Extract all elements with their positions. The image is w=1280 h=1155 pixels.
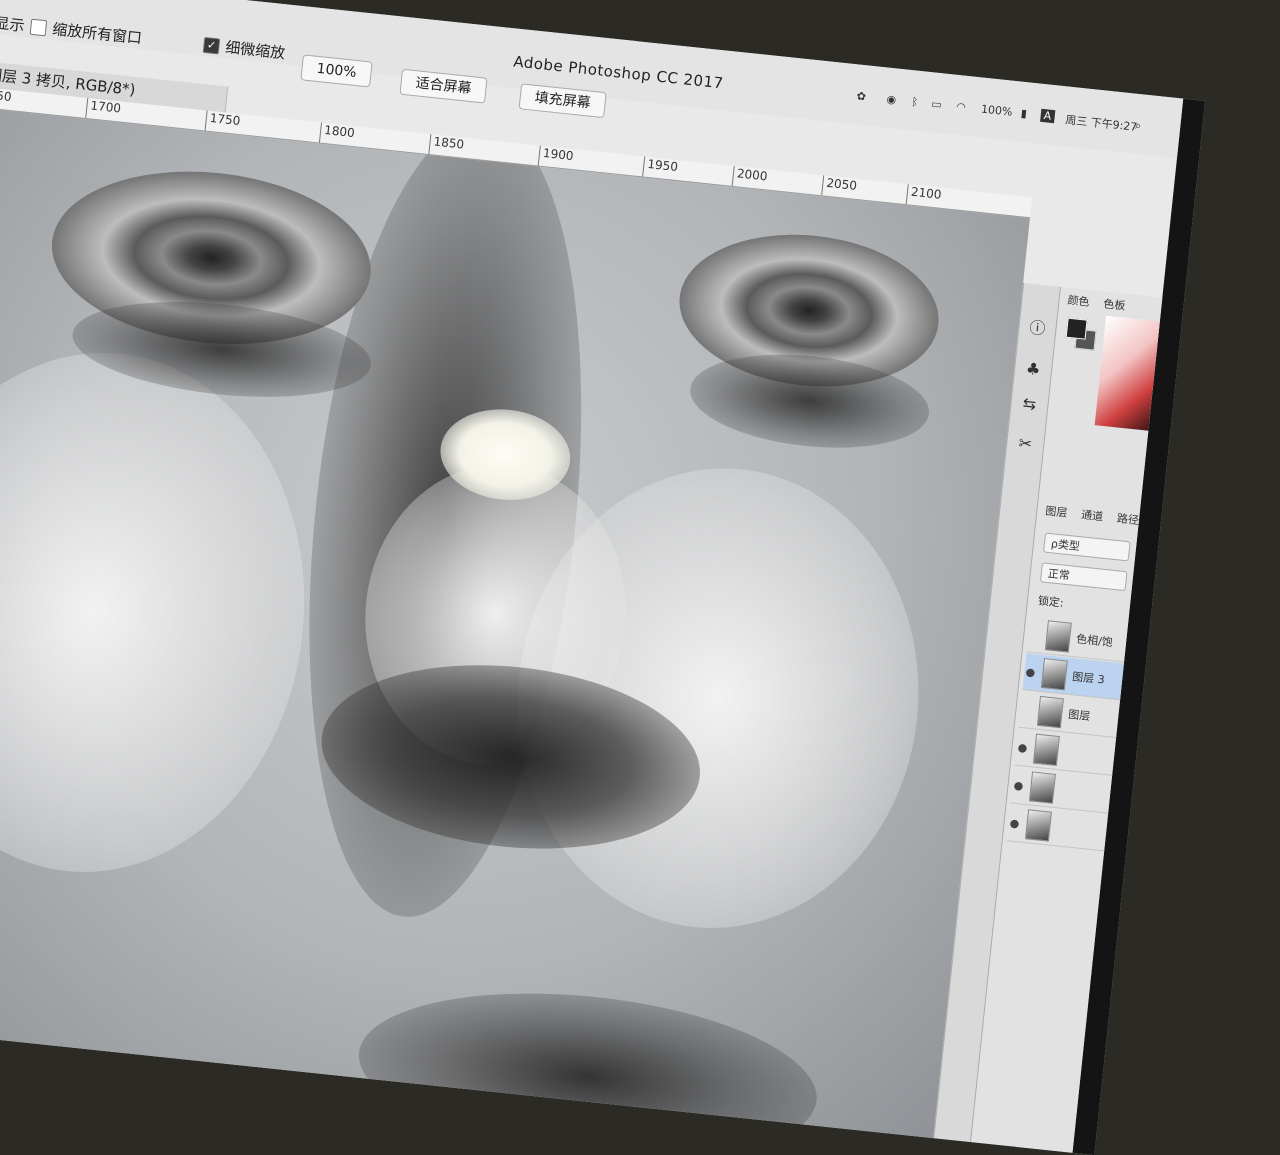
- clock[interactable]: 周三 下午9:27: [1065, 111, 1138, 134]
- bluetooth-icon[interactable]: ᛒ: [911, 95, 919, 109]
- ruler-tick: 2100: [905, 184, 943, 208]
- scissors-icon[interactable]: ✂: [1014, 433, 1036, 455]
- layer-thumbnail: [1044, 620, 1072, 653]
- layer-thumbnail: [1040, 658, 1068, 691]
- ruler-tick: 2050: [821, 175, 858, 199]
- eye-icon[interactable]: ◉: [886, 93, 897, 107]
- visibility-eye-icon[interactable]: ●: [1012, 778, 1025, 792]
- wifi-icon[interactable]: ◠: [956, 100, 967, 114]
- photoshop-screen: 显示 缩放所有窗口 ✓ 细微缩放 100% 适合屏幕 填充屏幕 Adobe Ph…: [0, 0, 1206, 1155]
- ruler-tick: 1950: [642, 156, 679, 181]
- ruler-tick: 1900: [537, 145, 575, 170]
- visibility-toggle[interactable]: [1021, 709, 1033, 710]
- ruler-tick: 1650: [0, 86, 13, 111]
- layer-filter-select[interactable]: ρ类型: [1043, 532, 1131, 562]
- adjustments-icon[interactable]: ⇆: [1018, 393, 1040, 415]
- airplay-icon[interactable]: ▭: [931, 97, 943, 111]
- layer-name: 图层: [1067, 707, 1091, 724]
- layer-thumbnail: [1024, 809, 1052, 842]
- tab-channels[interactable]: 通道: [1080, 506, 1104, 524]
- info-icon[interactable]: ⓘ: [1027, 314, 1049, 339]
- tab-layers[interactable]: 图层: [1045, 502, 1069, 520]
- ruler-tick: 1800: [318, 122, 356, 147]
- tab-color[interactable]: 颜色: [1067, 292, 1091, 310]
- visibility-eye-icon[interactable]: ●: [1024, 665, 1037, 679]
- layer-thumbnail: [1028, 771, 1056, 804]
- portrait-lips: [350, 973, 825, 1144]
- ruler-tick: 1750: [204, 110, 242, 135]
- canvas-highlight: [0, 331, 330, 894]
- visibility-eye-icon[interactable]: ●: [1016, 740, 1029, 754]
- layer-thumbnail: [1032, 733, 1060, 767]
- ruler-tick: 1700: [85, 98, 122, 122]
- tab-paths[interactable]: 路径: [1116, 510, 1140, 528]
- lock-label: 锁定:: [1037, 594, 1065, 610]
- visibility-toggle[interactable]: [1029, 633, 1041, 634]
- spotlight-icon[interactable]: ⌕: [1134, 119, 1142, 134]
- brush-preset-icon[interactable]: ♣: [1022, 358, 1044, 380]
- wechat-icon[interactable]: ✿: [856, 89, 867, 103]
- layer-thumbnail: [1036, 695, 1064, 729]
- layer-name: 色相/饱: [1075, 632, 1114, 650]
- ruler-tick: 2000: [731, 165, 769, 190]
- ruler-tick: 1850: [428, 134, 465, 158]
- tab-swatches[interactable]: 色板: [1103, 295, 1127, 313]
- battery-percent[interactable]: 100%: [980, 103, 1013, 119]
- blend-mode-select[interactable]: 正常: [1039, 562, 1128, 592]
- foreground-color-swatch[interactable]: [1065, 317, 1088, 340]
- battery-icon[interactable]: ▮: [1020, 107, 1027, 121]
- layer-name: 图层 3: [1071, 670, 1106, 687]
- input-source-icon[interactable]: A: [1040, 108, 1055, 124]
- visibility-eye-icon[interactable]: ●: [1008, 816, 1021, 830]
- color-picker-field[interactable]: [1094, 315, 1166, 432]
- document-canvas[interactable]: [0, 107, 1030, 1144]
